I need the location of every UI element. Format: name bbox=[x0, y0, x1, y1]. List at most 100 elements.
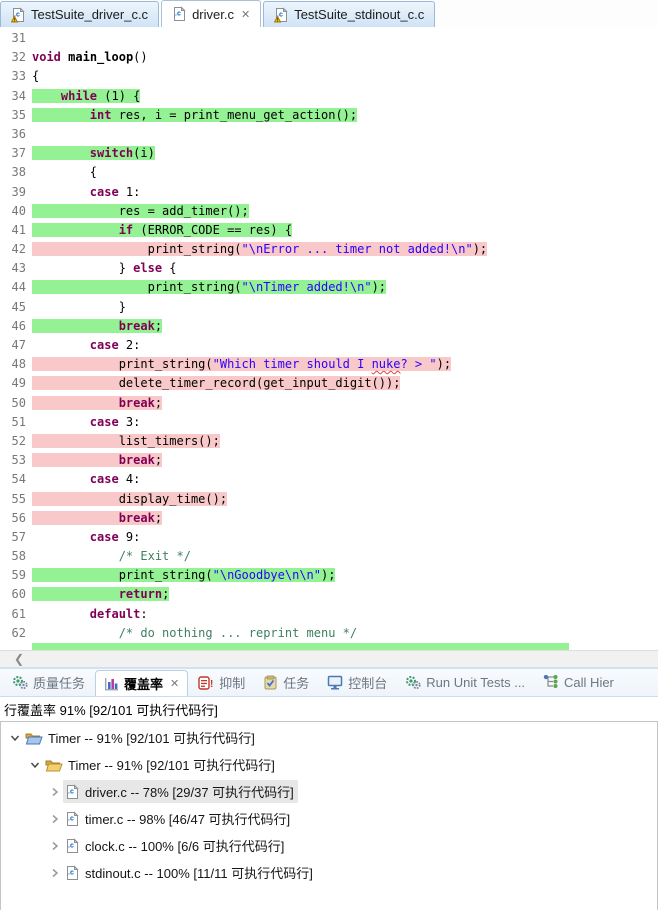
editor-tab-driver-c[interactable]: .cdriver.c✕ bbox=[161, 0, 261, 27]
tree-row-content[interactable]: Timer -- 91% [92/101 可执行代码行] bbox=[23, 726, 259, 749]
bottom-tab-label: 质量任务 bbox=[33, 673, 85, 692]
covered-code: res = add_timer(); bbox=[32, 204, 249, 218]
code-text: case 9: bbox=[32, 530, 140, 544]
code-line-60: 60 return; bbox=[0, 585, 658, 604]
tree-row-label: clock.c -- 100% [6/6 可执行代码行] bbox=[85, 836, 284, 855]
code-text: { bbox=[32, 69, 39, 83]
tree-row-label: timer.c -- 98% [46/47 可执行代码行] bbox=[85, 809, 290, 828]
tasks-icon bbox=[263, 675, 278, 690]
bottom-tab-label: 抑制 bbox=[219, 673, 245, 692]
editor-tab-label: TestSuite_driver_c.c bbox=[31, 7, 148, 22]
bottom-tab-gears[interactable]: 质量任务 bbox=[4, 669, 93, 696]
chevron-right-icon[interactable] bbox=[47, 784, 63, 800]
folder-open-blue-icon bbox=[25, 731, 43, 745]
bottom-tab-suppress[interactable]: ! 抑制 bbox=[190, 669, 253, 696]
bottom-tab-gears[interactable]: Run Unit Tests ... bbox=[397, 669, 533, 696]
code-line-48: 48 print_string("Which timer should I nu… bbox=[0, 355, 658, 374]
c-file-icon: .c bbox=[65, 838, 80, 854]
scroll-left-icon[interactable]: ❮ bbox=[14, 652, 24, 666]
tree-row[interactable]: .ctimer.c -- 98% [46/47 可执行代码行] bbox=[1, 805, 657, 832]
tree-row-label: Timer -- 91% [92/101 可执行代码行] bbox=[48, 728, 255, 747]
line-number: 36 bbox=[0, 125, 32, 144]
code-line-45: 45 } bbox=[0, 298, 658, 317]
code-text: case 2: bbox=[32, 338, 140, 352]
chevron-down-icon[interactable] bbox=[27, 757, 43, 773]
tree-row-label: Timer -- 91% [92/101 可执行代码行] bbox=[68, 755, 275, 774]
uncovered-code: break; bbox=[32, 453, 162, 467]
line-number: 43 bbox=[0, 259, 32, 278]
c-file-icon: .c bbox=[65, 865, 80, 881]
chevron-down-icon[interactable] bbox=[7, 730, 23, 746]
c-file-icon: .c bbox=[65, 784, 80, 800]
svg-text:.c: .c bbox=[68, 788, 74, 795]
code-line-43: 43 } else { bbox=[0, 259, 658, 278]
line-number: 48 bbox=[0, 355, 32, 374]
code-line-56: 56 break; bbox=[0, 509, 658, 528]
chevron-right-icon[interactable] bbox=[47, 838, 63, 854]
gears-icon bbox=[405, 675, 421, 690]
line-number: 33 bbox=[0, 67, 32, 86]
chevron-collapsed-icon bbox=[49, 813, 61, 825]
uncovered-code: break; bbox=[32, 396, 162, 410]
tree-row[interactable]: .c clock.c -- 100% [6/6 可执行代码行] bbox=[1, 832, 657, 859]
covered-code: break; bbox=[32, 319, 162, 333]
code-text: /* do nothing ... reprint menu */ bbox=[32, 626, 357, 640]
tree-row[interactable]: .cdriver.c -- 78% [29/37 可执行代码行] bbox=[1, 778, 657, 805]
line-number: 54 bbox=[0, 470, 32, 489]
bottom-tab-bar-chart[interactable]: 覆盖率 ✕ bbox=[95, 670, 188, 697]
c-file-warning-icon: .c bbox=[274, 7, 289, 23]
close-icon[interactable]: ✕ bbox=[170, 677, 179, 690]
line-number: 62 bbox=[0, 624, 32, 643]
line-number: 38 bbox=[0, 163, 32, 182]
horizontal-scrollbar[interactable]: ❮ bbox=[0, 650, 658, 667]
chevron-expanded-icon bbox=[9, 732, 21, 744]
tree-row-label: stdinout.c -- 100% [11/11 可执行代码行] bbox=[85, 863, 313, 882]
tree-row-content[interactable]: .c clock.c -- 100% [6/6 可执行代码行] bbox=[63, 834, 288, 857]
code-text: { bbox=[32, 165, 97, 179]
code-line-55: 55 display_time(); bbox=[0, 490, 658, 509]
line-number: 49 bbox=[0, 374, 32, 393]
line-number: 60 bbox=[0, 585, 32, 604]
tree-row-content[interactable]: Timer -- 91% [92/101 可执行代码行] bbox=[43, 753, 279, 776]
line-number: 59 bbox=[0, 566, 32, 585]
uncovered-code: display_time(); bbox=[32, 492, 227, 506]
console-icon bbox=[327, 675, 343, 690]
code-line-54: 54 case 4: bbox=[0, 470, 658, 489]
code-line-49: 49 delete_timer_record(get_input_digit()… bbox=[0, 374, 658, 393]
tree-row[interactable]: Timer -- 91% [92/101 可执行代码行] bbox=[1, 751, 657, 778]
bottom-tab-call-hierarchy[interactable]: Call Hier bbox=[535, 669, 622, 696]
code-text: /* Exit */ bbox=[32, 549, 191, 563]
code-editor[interactable]: 3132void main_loop()33{34 while (1) {35 … bbox=[0, 27, 658, 650]
line-number: 56 bbox=[0, 509, 32, 528]
coverage-summary: 行覆盖率 91% [92/101 可执行代码行] bbox=[0, 697, 658, 721]
covered-code: print_string("\nGoodbye\n\n"); bbox=[32, 568, 335, 582]
chevron-right-icon[interactable] bbox=[47, 811, 63, 827]
code-text: } bbox=[32, 300, 126, 314]
uncovered-code: delete_timer_record(get_input_digit()); bbox=[32, 376, 400, 390]
bottom-tab-console[interactable]: 控制台 bbox=[319, 669, 395, 696]
chevron-right-icon[interactable] bbox=[47, 865, 63, 881]
editor-tab-testsuite-stdinout-c-c[interactable]: .cTestSuite_stdinout_c.c bbox=[263, 1, 435, 27]
code-line-39: 39 case 1: bbox=[0, 183, 658, 202]
chevron-expanded-icon bbox=[29, 759, 41, 771]
line-number: 39 bbox=[0, 183, 32, 202]
tree-row[interactable]: Timer -- 91% [92/101 可执行代码行] bbox=[1, 724, 657, 751]
editor-tab-bar: .cTestSuite_driver_c.c.cdriver.c✕.cTestS… bbox=[0, 0, 658, 27]
code-line-42: 42 print_string("\nError ... timer not a… bbox=[0, 240, 658, 259]
line-number: 51 bbox=[0, 413, 32, 432]
tree-row-content[interactable]: .c stdinout.c -- 100% [11/11 可执行代码行] bbox=[63, 861, 317, 884]
line-number: 44 bbox=[0, 278, 32, 297]
tree-row-content[interactable]: .ctimer.c -- 98% [46/47 可执行代码行] bbox=[63, 807, 294, 830]
suppress-icon: ! bbox=[198, 676, 214, 690]
coverage-tree[interactable]: Timer -- 91% [92/101 可执行代码行] Timer -- 91%… bbox=[0, 721, 658, 910]
close-icon[interactable]: ✕ bbox=[241, 8, 250, 21]
line-number: 34 bbox=[0, 87, 32, 106]
tree-row[interactable]: .c stdinout.c -- 100% [11/11 可执行代码行] bbox=[1, 859, 657, 886]
editor-tab-testsuite-driver-c-c[interactable]: .cTestSuite_driver_c.c bbox=[0, 1, 159, 27]
line-number: 41 bbox=[0, 221, 32, 240]
line-number: 55 bbox=[0, 490, 32, 509]
code-line-50: 50 break; bbox=[0, 394, 658, 413]
tree-row-selected[interactable]: .cdriver.c -- 78% [29/37 可执行代码行] bbox=[63, 780, 298, 803]
bottom-tab-tasks[interactable]: 任务 bbox=[255, 669, 317, 696]
bottom-tab-label: 覆盖率 bbox=[124, 674, 163, 693]
